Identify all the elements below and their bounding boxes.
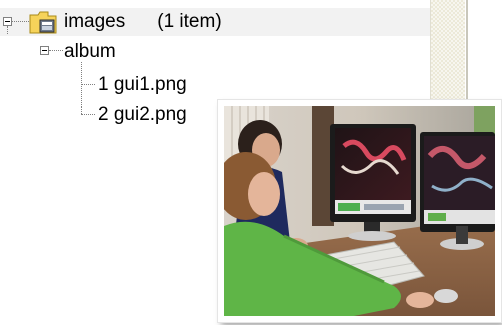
tree-node-file-1[interactable]: 1 gui1.png <box>98 71 187 99</box>
tree-connector <box>81 106 82 114</box>
tree-node-album[interactable]: album <box>64 38 116 66</box>
tree-label-album: album <box>64 41 116 62</box>
item-count: (1 item) <box>157 11 222 32</box>
database-folder-icon <box>29 11 57 34</box>
preview-frame <box>218 100 501 322</box>
tree-node-images-label-row: images (1 item) <box>64 8 222 36</box>
collapse-expander-album[interactable] <box>40 46 49 55</box>
tree-connector <box>12 21 29 22</box>
tree-connector <box>81 114 95 115</box>
photo-thumbnail-image <box>224 106 495 316</box>
tree-connector <box>81 84 95 85</box>
scrollbar-track[interactable] <box>430 0 465 110</box>
collapse-expander-images[interactable] <box>3 17 12 26</box>
pane-divider[interactable] <box>466 0 468 110</box>
tree-node-file-2[interactable]: 2 gui2.png <box>98 101 187 129</box>
tree-connector <box>49 50 63 51</box>
tree-label-images[interactable]: images <box>64 11 125 33</box>
tree-label-file-1: 1 gui1.png <box>98 74 187 95</box>
tree-label-file-2: 2 gui2.png <box>98 104 187 125</box>
tree-connector <box>7 26 8 34</box>
